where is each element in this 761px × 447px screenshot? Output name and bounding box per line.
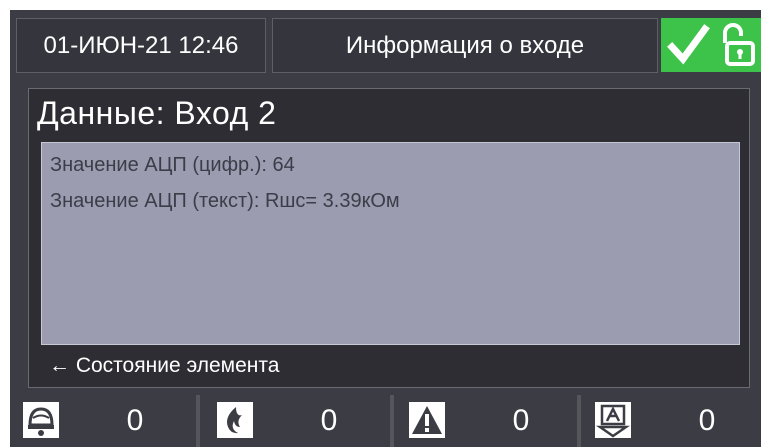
fire-counter[interactable]: 0 [204, 395, 384, 447]
header-datetime: 01-ИЮН-21 12:46 [16, 18, 266, 73]
header-bar: 01-ИЮН-21 12:46 Информация о входе [10, 10, 761, 77]
warning-triangle-icon [409, 402, 445, 438]
warning-count: 0 [512, 404, 530, 437]
panel-title: Данные: Вход 2 [37, 95, 277, 131]
fire-alarm-counter[interactable]: 0 [10, 395, 190, 447]
fault-counter[interactable]: 0 [582, 395, 761, 447]
fire-alarm-bell-icon [23, 402, 59, 438]
counter-divider [577, 395, 581, 447]
fire-count: 0 [320, 404, 338, 437]
check-icon [667, 24, 710, 65]
warning-counter[interactable]: 0 [396, 395, 576, 447]
panel-body: Значение АЦП (цифр.): 64 Значение АЦП (т… [41, 142, 740, 345]
adc-text-value: Значение АЦП (текст): Rшс= 3.39кОм [50, 190, 400, 212]
flame-icon [217, 402, 253, 438]
adc-digital-value: Значение АЦП (цифр.): 64 [50, 154, 295, 176]
fault-arrow-icon [595, 402, 631, 438]
counter-bar: 0 0 0 0 [10, 395, 761, 447]
fire-alarm-count: 0 [126, 404, 144, 437]
device-screen: 01-ИЮН-21 12:46 Информация о входе Данны… [10, 10, 761, 447]
header-title: Информация о входе [272, 18, 658, 73]
input-data-panel: Данные: Вход 2 Значение АЦП (цифр.): 64 … [28, 88, 750, 388]
fault-count: 0 [698, 404, 716, 437]
unlock-icon [723, 23, 755, 66]
counter-divider [390, 395, 394, 447]
status-indicator [661, 18, 761, 72]
element-state-link[interactable]: ← Состояние элемента [49, 352, 279, 380]
counter-divider [196, 395, 200, 447]
